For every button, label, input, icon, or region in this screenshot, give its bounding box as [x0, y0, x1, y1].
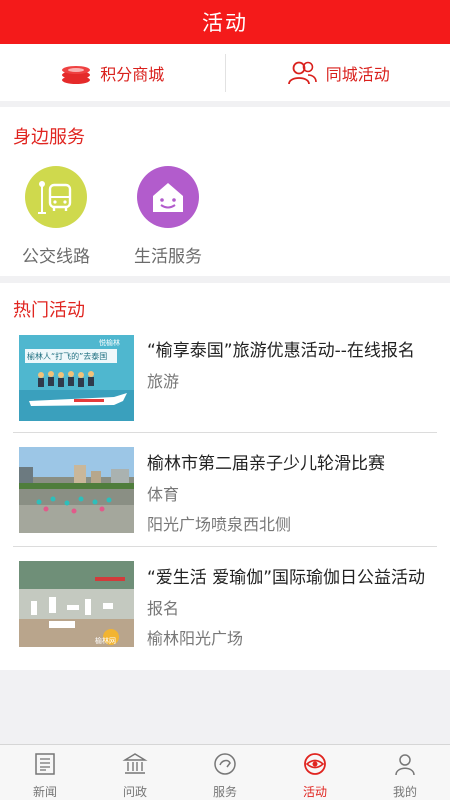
bottom-tab-bar: 新闻 问政 服务 活动 我的	[0, 744, 450, 800]
points-mall-label: 积分商城	[100, 64, 165, 84]
tab-services[interactable]: 服务	[180, 745, 270, 800]
government-building-icon	[122, 751, 148, 781]
tab-mine[interactable]: 我的	[360, 745, 450, 800]
event-title: “爱生活 爱瑜伽”国际瑜伽日公益活动	[147, 568, 426, 588]
bus-routes-label: 公交线路	[22, 247, 90, 267]
event-title: 榆林市第二届亲子少儿轮滑比赛	[147, 454, 385, 474]
newspaper-icon	[32, 751, 58, 781]
event-thumbnail	[19, 447, 134, 533]
life-services-button[interactable]: 生活服务	[118, 166, 218, 267]
smiling-house-icon	[137, 166, 199, 228]
event-category: 体育	[147, 485, 180, 504]
tab-label: 我的	[392, 785, 417, 799]
tab-news[interactable]: 新闻	[0, 745, 90, 800]
tab-activities[interactable]: 活动	[270, 745, 360, 800]
event-location: 榆林阳光广场	[147, 629, 244, 648]
event-category: 旅游	[147, 372, 180, 391]
points-mall-button[interactable]: 积分商城	[0, 44, 225, 101]
thumbnail-brand: 悦榆林	[99, 338, 120, 347]
quick-entry-bar: 积分商城 同城活动	[0, 44, 450, 101]
event-item[interactable]: 榆林市第二届亲子少儿轮滑比赛 体育 阳光广场喷泉西北侧	[13, 434, 437, 547]
tab-label: 服务	[212, 785, 237, 799]
nearby-services-section: 身边服务 公交线路 生活服务	[0, 107, 450, 276]
page-title: 活动	[202, 11, 248, 35]
bus-routes-button[interactable]: 公交线路	[6, 166, 106, 267]
city-events-button[interactable]: 同城活动	[226, 44, 450, 101]
tab-label: 新闻	[32, 785, 57, 799]
event-thumbnail: 榆林人“打飞的”去泰国 悦榆林	[19, 335, 134, 421]
bus-icon	[25, 166, 87, 228]
tab-label: 问政	[122, 785, 147, 799]
service-icon	[212, 751, 238, 781]
thumbnail-watermark: 榆林网	[95, 636, 116, 645]
hot-events-title: 热门活动	[13, 300, 85, 321]
hot-events-section: 热门活动 榆林人“打飞的”去泰国 悦榆林 “榆享泰国”旅游优惠活动--在线报名 …	[0, 283, 450, 670]
app-header: 活动	[0, 0, 450, 44]
tab-inquiry[interactable]: 问政	[90, 745, 180, 800]
event-thumbnail: 榆林网	[19, 561, 134, 647]
thumbnail-caption: 榆林人“打飞的”去泰国	[27, 351, 107, 361]
nearby-services-title: 身边服务	[13, 127, 85, 148]
tab-label: 活动	[302, 785, 327, 799]
event-title: “榆享泰国”旅游优惠活动--在线报名	[147, 341, 415, 361]
event-location: 阳光广场喷泉西北侧	[147, 515, 292, 534]
event-item[interactable]: 榆林人“打飞的”去泰国 悦榆林 “榆享泰国”旅游优惠活动--在线报名 旅游	[13, 328, 437, 433]
people-icon	[286, 60, 318, 86]
event-item[interactable]: 榆林网 “爱生活 爱瑜伽”国际瑜伽日公益活动 报名 榆林阳光广场	[13, 548, 437, 661]
city-events-label: 同城活动	[325, 64, 390, 84]
coins-icon	[60, 61, 92, 85]
person-icon	[392, 751, 418, 781]
life-services-label: 生活服务	[134, 247, 202, 267]
eye-activity-icon	[302, 751, 328, 781]
event-category: 报名	[147, 599, 180, 618]
